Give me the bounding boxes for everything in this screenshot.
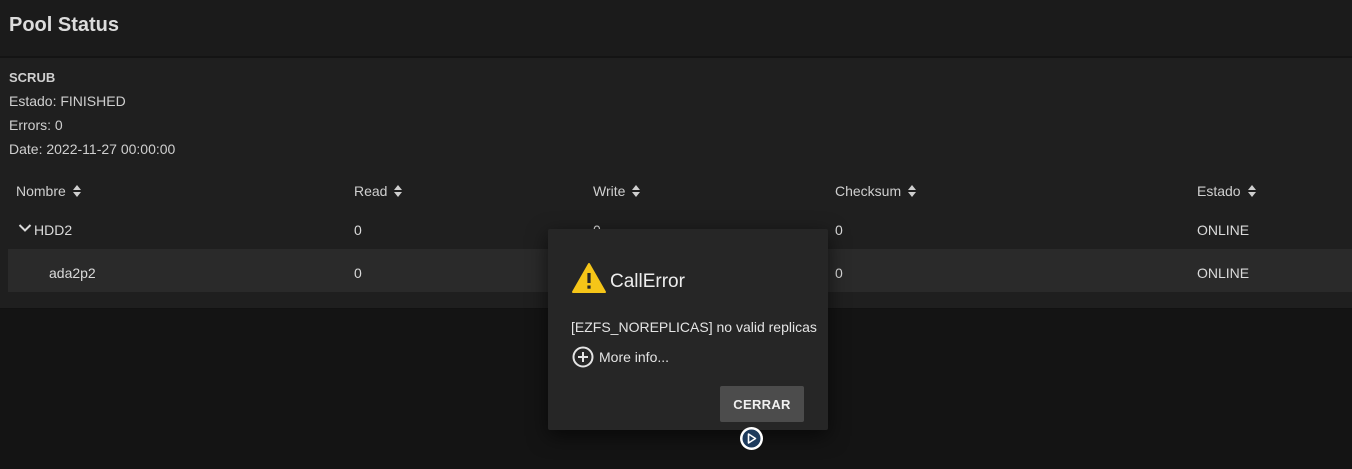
column-header-label: Checksum xyxy=(835,183,902,199)
cell-name: ada2p2 xyxy=(49,265,96,281)
close-button[interactable]: CERRAR xyxy=(720,386,804,422)
table-header: Nombre Read Write Checksum Estado xyxy=(8,174,1352,208)
scrub-date: Date: 2022-11-27 00:00:00 xyxy=(9,141,176,157)
sort-icon xyxy=(394,185,403,197)
title-bar: Pool Status xyxy=(0,0,1352,56)
column-header-label: Estado xyxy=(1197,183,1241,199)
pool-status-page: Pool Status SCRUB Estado: FINISHED Error… xyxy=(0,0,1352,469)
scrub-estado: Estado: FINISHED xyxy=(9,93,126,109)
scrub-heading: SCRUB xyxy=(9,70,56,85)
cell-name: HDD2 xyxy=(34,222,73,238)
cell-estado: ONLINE xyxy=(1197,222,1250,238)
scrub-errors: Errors: 0 xyxy=(9,117,63,133)
sort-icon xyxy=(1247,185,1256,197)
column-header-nombre[interactable]: Nombre xyxy=(16,183,82,199)
more-info-label[interactable]: More info... xyxy=(599,349,669,365)
cell-checksum: 0 xyxy=(835,265,843,281)
add-circle-icon[interactable] xyxy=(572,346,594,368)
column-header-label: Nombre xyxy=(16,183,66,199)
column-header-label: Read xyxy=(354,183,388,199)
page-title: Pool Status xyxy=(9,14,120,36)
sort-icon xyxy=(72,185,81,197)
cell-read: 0 xyxy=(354,265,362,281)
error-dialog: CallError [EZFS_NOREPLICAS] no valid rep… xyxy=(548,229,828,430)
cursor-icon xyxy=(740,427,763,450)
column-header-write[interactable]: Write xyxy=(593,183,641,199)
column-header-estado[interactable]: Estado xyxy=(1197,183,1257,199)
dialog-title: CallError xyxy=(610,271,685,292)
chevron-down-icon[interactable] xyxy=(18,223,32,233)
column-header-label: Write xyxy=(593,183,626,199)
sort-icon xyxy=(908,185,917,197)
column-header-read[interactable]: Read xyxy=(354,183,403,199)
cell-estado: ONLINE xyxy=(1197,265,1250,281)
more-info-toggle[interactable]: More info... xyxy=(572,346,669,368)
dialog-message: [EZFS_NOREPLICAS] no valid replicas xyxy=(571,319,817,335)
sort-icon xyxy=(632,185,641,197)
warning-icon xyxy=(572,263,606,293)
cell-checksum: 0 xyxy=(835,222,843,238)
cell-read: 0 xyxy=(354,222,362,238)
column-header-checksum[interactable]: Checksum xyxy=(835,183,917,199)
